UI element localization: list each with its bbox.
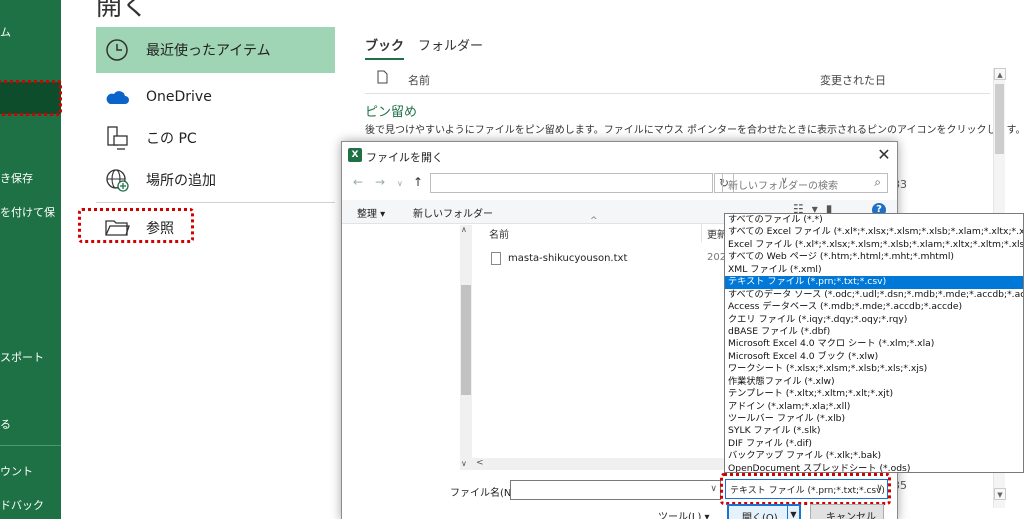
nav-item-account[interactable]: ウント xyxy=(0,463,33,479)
scroll-down-icon[interactable]: ∨ xyxy=(461,459,467,468)
location-recent-label: 最近使ったアイテム xyxy=(146,43,271,59)
backstage-nav: ム き保存 を付けて保 スポート る ウント ドバック xyxy=(0,0,61,519)
back-arrow-icon[interactable]: ← xyxy=(353,175,363,189)
clock-icon xyxy=(102,35,132,65)
file-type-dropdown: すべてのファイル (*.*) すべての Excel ファイル (*.xl*;*.x… xyxy=(724,213,1024,473)
organize-button[interactable]: 整理 ▾ xyxy=(357,205,385,220)
nav-divider xyxy=(0,445,61,446)
file-type-option[interactable]: Microsoft Excel 4.0 ブック (*.xlw) xyxy=(725,351,1023,363)
text-file-icon xyxy=(491,251,501,265)
scroll-thumb[interactable] xyxy=(995,84,1004,154)
file-type-option[interactable]: すべての Excel ファイル (*.xl*;*.xlsx;*.xlsm;*.x… xyxy=(725,226,1023,238)
nav-item-close[interactable]: る xyxy=(0,416,11,432)
open-button-label: 開く(O) xyxy=(742,513,778,519)
file-type-option[interactable]: テンプレート (*.xltx;*.xltm;*.xlt;*.xjt) xyxy=(725,388,1023,400)
location-divider xyxy=(96,202,335,203)
document-icon xyxy=(377,70,388,87)
scroll-up-icon[interactable]: ∧ xyxy=(461,225,467,234)
highlight-open-nav xyxy=(0,80,62,116)
location-this-pc[interactable]: この PC xyxy=(96,115,335,161)
search-placeholder: 新しいフォルダーの検索 xyxy=(728,181,838,192)
nav-item-feedback[interactable]: ドバック xyxy=(0,497,44,513)
file-type-option[interactable]: Microsoft Excel 4.0 マクロ シート (*.xlm;*.xla… xyxy=(725,338,1023,350)
file-type-option[interactable]: dBASE ファイル (*.dbf) xyxy=(725,326,1023,338)
globe-add-icon xyxy=(102,165,132,195)
chevron-down-icon[interactable]: ∨ xyxy=(710,484,717,494)
file-type-option[interactable]: OpenDocument スプレッドシート (*.ods) xyxy=(725,463,1023,472)
recent-locations-chevron-icon[interactable]: ∨ xyxy=(397,179,403,188)
close-icon[interactable]: ✕ xyxy=(873,144,895,166)
new-folder-button[interactable]: 新しいフォルダー xyxy=(413,205,493,220)
cancel-button[interactable]: キャンセル xyxy=(810,504,884,519)
sort-indicator-icon: ^ xyxy=(590,216,598,226)
recent-list-header: 名前 変更された日 xyxy=(365,64,990,94)
cancel-button-label: キャンセル xyxy=(826,512,876,519)
file-type-option[interactable]: XML ファイル (*.xml) xyxy=(725,264,1023,276)
tools-menu[interactable]: ツール(L) ▾ xyxy=(658,508,710,519)
file-type-option[interactable]: DIF ファイル (*.dif) xyxy=(725,438,1023,450)
column-name[interactable]: 名前 xyxy=(489,226,509,241)
column-modified[interactable]: 変更された日 xyxy=(820,72,886,88)
column-divider xyxy=(701,224,702,242)
open-button[interactable]: 開く(O) ▼ xyxy=(727,504,801,519)
search-box[interactable]: 新しいフォルダーの検索 ⌕ xyxy=(722,173,888,193)
file-list-item[interactable]: masta-shikucyouson.txt xyxy=(491,250,627,266)
file-type-option[interactable]: 作業状態ファイル (*.xlw) xyxy=(725,376,1023,388)
scroll-thumb[interactable] xyxy=(461,285,471,395)
scroll-left-icon[interactable]: < xyxy=(476,458,484,468)
nav-item-export[interactable]: スポート xyxy=(0,349,44,365)
filename-input[interactable]: ∨ xyxy=(510,480,721,500)
pinned-heading: ピン留め xyxy=(365,105,418,120)
computer-icon xyxy=(102,123,132,153)
highlight-file-type xyxy=(720,473,891,505)
file-type-option[interactable]: テキスト ファイル (*.prn;*.txt;*.csv) xyxy=(725,276,1023,289)
file-type-option[interactable]: クエリ ファイル (*.iqy;*.dqy;*.oqy;*.rqy) xyxy=(725,314,1023,326)
location-onedrive-label: OneDrive xyxy=(146,89,212,105)
tab-folder[interactable]: フォルダー xyxy=(418,35,483,54)
nav-item-save-with-name[interactable]: を付けて保 xyxy=(0,204,55,220)
scroll-up-icon[interactable]: ▲ xyxy=(994,68,1006,80)
file-type-option[interactable]: SYLK ファイル (*.slk) xyxy=(725,425,1023,437)
excel-app-icon: X xyxy=(348,148,362,162)
file-name: masta-shikucyouson.txt xyxy=(508,252,628,264)
nav-item-home[interactable]: ム xyxy=(0,24,11,40)
pinned-description: 後で見つけやすいようにファイルをピン留めします。ファイルにマウス ポインターを合… xyxy=(365,125,1024,136)
page-title: 開く xyxy=(96,0,149,22)
location-onedrive[interactable]: OneDrive xyxy=(96,74,335,120)
file-type-option[interactable]: ワークシート (*.xlsx;*.xlsm;*.xlsb;*.xls;*.xjs… xyxy=(725,363,1023,375)
cloud-icon xyxy=(102,82,132,112)
file-type-option[interactable]: Excel ファイル (*.xl*;*.xlsx;*.xlsm;*.xlsb;*… xyxy=(725,239,1023,251)
file-type-option[interactable]: すべてのファイル (*.*) xyxy=(725,214,1023,226)
filename-label: ファイル名(N): xyxy=(450,488,519,499)
location-this-pc-label: この PC xyxy=(146,131,197,147)
scroll-down-icon[interactable]: ▼ xyxy=(994,488,1006,500)
horizontal-scrollbar[interactable]: < xyxy=(472,458,732,470)
file-type-option[interactable]: アドイン (*.xlam;*.xla;*.xll) xyxy=(725,401,1023,413)
highlight-browse xyxy=(78,208,194,243)
file-type-option[interactable]: すべての Web ページ (*.htm;*.html;*.mht;*.mhtml… xyxy=(725,251,1023,263)
file-type-option[interactable]: ツールバー ファイル (*.xlb) xyxy=(725,413,1023,425)
location-add-place-label: 場所の追加 xyxy=(146,173,216,189)
dialog-title: ファイルを開く xyxy=(366,151,443,164)
location-add-place[interactable]: 場所の追加 xyxy=(96,157,335,203)
file-type-option[interactable]: すべてのデータ ソース (*.odc;*.udl;*.dsn;*.mdb;*.m… xyxy=(725,289,1023,301)
nav-pane-scrollbar[interactable]: ∧ ∨ xyxy=(460,225,472,470)
up-arrow-icon[interactable]: ↑ xyxy=(413,175,423,189)
file-type-option[interactable]: バックアップ ファイル (*.xlk;*.bak) xyxy=(725,450,1023,462)
location-recent[interactable]: 最近使ったアイテム xyxy=(96,27,335,73)
file-type-option[interactable]: Access データベース (*.mdb;*.mde;*.accdb;*.acc… xyxy=(725,301,1023,313)
address-bar[interactable]: ∨ xyxy=(430,173,788,193)
column-name[interactable]: 名前 xyxy=(408,72,430,88)
nav-item-save-as[interactable]: き保存 xyxy=(0,170,33,186)
forward-arrow-icon[interactable]: → xyxy=(375,175,385,189)
tab-book[interactable]: ブック xyxy=(365,35,405,60)
open-options-arrow-icon[interactable]: ▼ xyxy=(787,506,799,519)
search-icon: ⌕ xyxy=(874,175,881,189)
